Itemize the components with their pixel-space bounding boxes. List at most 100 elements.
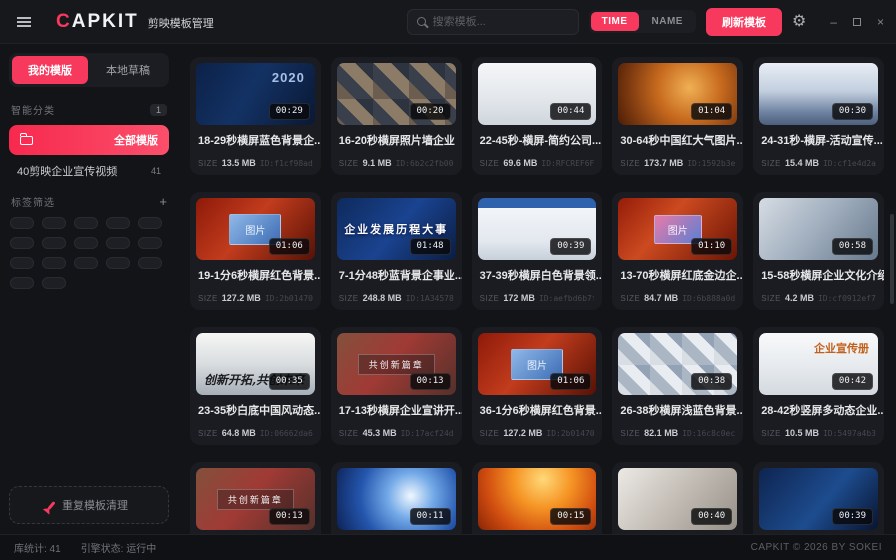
template-id: ID:cf1e4d2a091f... [823, 159, 876, 168]
template-thumbnail: 00:40 [618, 468, 737, 530]
template-meta: SIZE 172 MB ID:aefbd6b7f166... [472, 293, 603, 310]
template-card[interactable]: 共创新篇章 00:13 17-13秒横屏企业宣讲开... SIZE [190, 462, 321, 534]
maximize-button[interactable] [853, 18, 861, 26]
size-label: SIZE [480, 429, 500, 438]
search-input[interactable] [433, 16, 569, 28]
template-card[interactable]: 00:15 33-15秒-横屏-红色通用... SIZE [472, 462, 603, 534]
tab-local-drafts[interactable]: 本地草稿 [90, 56, 166, 84]
template-card[interactable]: 00:39 37-39秒横屏白色背景领... SIZE 172 MB ID:ae… [472, 192, 603, 310]
template-card[interactable]: 00:38 26-38秒横屏浅蓝色背景... SIZE 82.1 MB ID:1… [612, 327, 743, 445]
menu-icon[interactable] [12, 10, 36, 34]
size-label: SIZE [339, 294, 359, 303]
template-card[interactable]: 共创新篇章 00:13 17-13秒横屏企业宣讲开... SIZE 45.3 M… [331, 327, 462, 445]
scrollbar[interactable] [890, 214, 894, 304]
size-value: 45.3 MB [363, 428, 397, 438]
tag-pill[interactable] [106, 217, 130, 229]
size-label: SIZE [620, 159, 640, 168]
tag-pill[interactable] [74, 257, 98, 269]
close-button[interactable]: × [877, 16, 884, 28]
template-id: ID:5497a4b31a4b... [823, 429, 876, 438]
template-title: 13-70秒横屏红底金边企... [612, 260, 743, 283]
template-card[interactable]: 01:04 30-64秒中国红大气图片... SIZE 173.7 MB ID:… [612, 57, 743, 175]
engine-status: 引擎状态: 运行中 [81, 540, 157, 555]
template-card[interactable]: 00:39 18-39秒横屏蓝色科技介绍 SIZE [753, 462, 884, 534]
size-value: 13.5 MB [222, 158, 256, 168]
tag-pill[interactable] [42, 257, 66, 269]
refresh-templates-button[interactable]: 刷新模板 [706, 8, 782, 36]
tag-pill[interactable] [106, 237, 130, 249]
add-tag-icon[interactable]: + [159, 195, 167, 208]
copyright: CAPKIT © 2026 BY SOKEI [751, 542, 882, 553]
size-label: SIZE [339, 159, 359, 168]
template-thumbnail: 图片 01:06 [196, 198, 315, 260]
tag-pill[interactable] [42, 237, 66, 249]
tag-pill[interactable] [42, 277, 66, 289]
minimize-button[interactable]: – [830, 16, 837, 28]
template-card[interactable]: 企业发展历程大事 01:48 7-1分48秒蓝背景企事业... SIZE 248… [331, 192, 462, 310]
template-meta: SIZE 69.6 MB ID:RFCREF6F-202... [472, 158, 603, 175]
tag-pill[interactable] [138, 217, 162, 229]
template-title: 30-64秒中国红大气图片... [612, 125, 743, 148]
template-card[interactable]: 00:20 16-20秒横屏照片墙企业 SIZE 9.1 MB ID:6b2c2… [331, 57, 462, 175]
template-card[interactable]: 企业宣传册 00:42 28-42秒竖屏多动态企业... SIZE 10.5 M… [753, 327, 884, 445]
duration-badge: 00:39 [550, 238, 591, 255]
size-label: SIZE [198, 294, 218, 303]
gear-icon[interactable]: ⚙ [792, 14, 806, 30]
template-meta: SIZE 45.3 MB ID:17acf24d2ed1... [331, 428, 462, 445]
template-id: ID:17acf24d2ed1... [401, 429, 454, 438]
sidebar: 我的模版 本地草稿 智能分类 1 全部模版 40剪映企业宣传视频 41 标签筛选… [0, 44, 178, 534]
sort-name-button[interactable]: NAME [641, 12, 694, 31]
tag-pill[interactable] [74, 237, 98, 249]
template-thumbnail: 共创新篇章 00:13 [337, 333, 456, 395]
tag-pill[interactable] [10, 277, 34, 289]
template-card[interactable]: 创新开拓,共创未来 00:35 23-35秒白底中国风动态... SIZE 64… [190, 327, 321, 445]
category-label: 40剪映企业宣传视频 [17, 163, 117, 179]
duration-badge: 00:20 [410, 103, 451, 120]
template-card[interactable]: 00:30 24-31秒-横屏-活动宣传... SIZE 15.4 MB ID:… [753, 57, 884, 175]
template-thumbnail: 00:20 [337, 63, 456, 125]
template-thumbnail: 图片 01:10 [618, 198, 737, 260]
template-id: ID:2b01470466dd... [265, 294, 313, 303]
template-card[interactable]: 00:44 22-45秒-横屏-简约公司... SIZE 69.6 MB ID:… [472, 57, 603, 175]
template-card[interactable]: 2020 00:29 18-29秒横屏蓝色背景企... SIZE 13.5 MB… [190, 57, 321, 175]
title-bar: CAPKIT 剪映模板管理 TIME NAME 刷新模板 ⚙ – × [0, 0, 896, 44]
size-value: 173.7 MB [644, 158, 683, 168]
size-value: 248.8 MB [363, 293, 402, 303]
template-card[interactable]: 00:40 40-40秒横屏企业图文介绍 SIZE [612, 462, 743, 534]
template-thumbnail: 00:11 [337, 468, 456, 530]
body-row: 我的模版 本地草稿 智能分类 1 全部模版 40剪映企业宣传视频 41 标签筛选… [0, 44, 896, 534]
template-title: 17-13秒横屏企业宣讲开... [190, 530, 321, 534]
template-id: ID:1592b3ea775d... [687, 159, 735, 168]
tag-pill[interactable] [10, 217, 34, 229]
size-value: 82.1 MB [644, 428, 678, 438]
size-value: 4.2 MB [785, 293, 814, 303]
sort-time-button[interactable]: TIME [591, 12, 639, 31]
template-thumbnail: 企业宣传册 00:42 [759, 333, 878, 395]
template-grid: 2020 00:29 18-29秒横屏蓝色背景企... SIZE 13.5 MB… [178, 44, 896, 534]
tag-pill[interactable] [138, 237, 162, 249]
template-card[interactable]: 图片 01:06 36-1分6秒横屏红色背景... SIZE 127.2 MB … [472, 327, 603, 445]
template-card[interactable]: 图片 01:06 19-1分6秒横屏红色背景... SIZE 127.2 MB … [190, 192, 321, 310]
template-meta: SIZE 10.5 MB ID:5497a4b31a4b... [753, 428, 884, 445]
tag-pill[interactable] [42, 217, 66, 229]
template-meta: SIZE 15.4 MB ID:cf1e4d2a091f... [753, 158, 884, 175]
duplicate-cleanup-button[interactable]: 重复模板清理 [9, 486, 169, 524]
all-templates-item[interactable]: 全部模版 [9, 125, 169, 155]
template-card[interactable]: 图片 01:10 13-70秒横屏红底金边企... SIZE 84.7 MB I… [612, 192, 743, 310]
tag-pill[interactable] [106, 257, 130, 269]
tag-pill[interactable] [138, 257, 162, 269]
size-label: SIZE [761, 159, 781, 168]
category-count: 41 [151, 166, 161, 176]
tag-pill[interactable] [10, 257, 34, 269]
size-label: SIZE [620, 429, 640, 438]
tab-my-templates[interactable]: 我的模版 [12, 56, 88, 84]
tag-pill[interactable] [10, 237, 34, 249]
template-title: 17-13秒横屏企业宣讲开... [331, 395, 462, 418]
template-card[interactable]: 00:11 32-11秒-横屏-蓝色科技... SIZE [331, 462, 462, 534]
search-box[interactable] [407, 9, 579, 35]
sidebar-tabs: 我的模版 本地草稿 [9, 53, 169, 87]
category-item[interactable]: 40剪映企业宣传视频 41 [9, 155, 169, 179]
size-value: 10.5 MB [785, 428, 819, 438]
tag-pill[interactable] [74, 217, 98, 229]
template-card[interactable]: 00:58 15-58秒横屏企业文化介绍 SIZE 4.2 MB ID:cf09… [753, 192, 884, 310]
